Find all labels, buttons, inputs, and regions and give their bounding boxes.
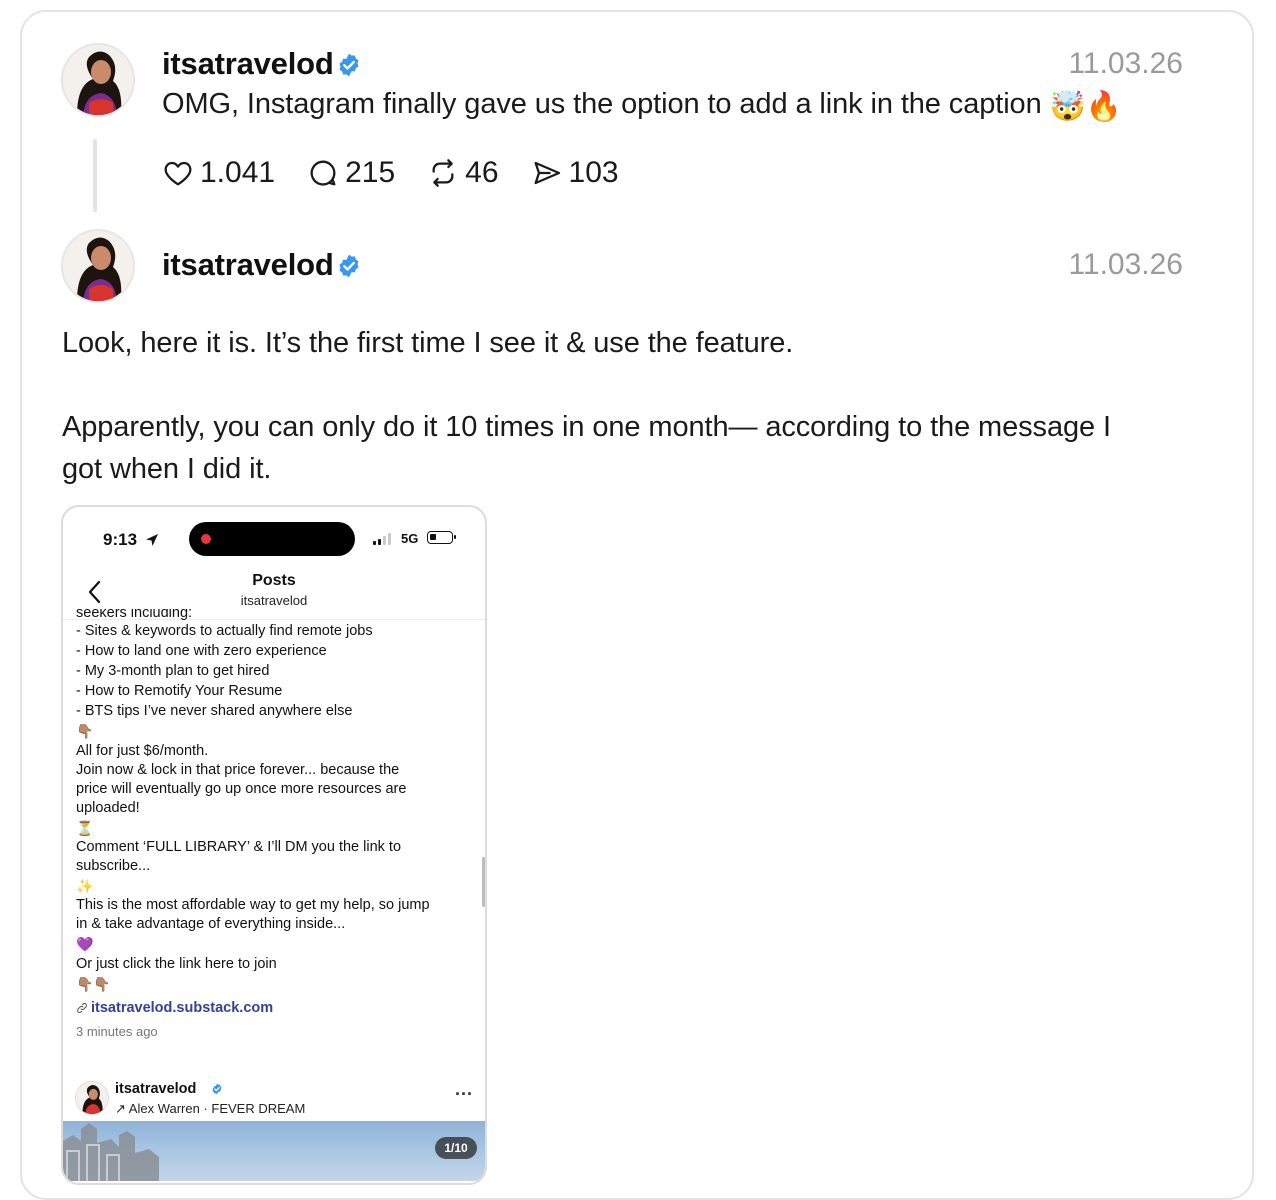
nav-title: Posts xyxy=(252,572,296,589)
share-count: 103 xyxy=(568,156,619,189)
verified-badge-icon xyxy=(339,53,359,77)
avatar-photo xyxy=(63,231,133,301)
scrollbar[interactable] xyxy=(482,857,485,907)
post1-caption-emoji: 🤯🔥 xyxy=(1049,91,1122,123)
avatar-photo xyxy=(76,1082,108,1114)
caption-link[interactable]: itsatravelod.substack.com xyxy=(76,998,478,1018)
thread-connector xyxy=(93,139,97,212)
more-options-button[interactable]: ... xyxy=(455,1079,473,1100)
post1-actions: 1.041 215 46 103 xyxy=(162,152,651,194)
caption-line: uploaded! xyxy=(76,800,140,816)
signal-icon xyxy=(373,533,391,545)
sparkles-emoji: ✨ xyxy=(76,878,94,894)
repost-count: 46 xyxy=(465,156,499,189)
caption-line: - Sites & keywords to actually find remo… xyxy=(76,623,373,639)
caption-line: - BTS tips I’ve never shared anywhere el… xyxy=(76,703,353,719)
hourglass-emoji: ⏳ xyxy=(76,820,94,836)
caption-line: Or just click the link here to join xyxy=(76,956,277,972)
reply-button[interactable]: 215 xyxy=(307,156,395,190)
pointing-down-emoji: 👇🏽👇🏽 xyxy=(76,976,111,992)
caption-line: - My 3-month plan to get hired xyxy=(76,663,270,679)
avatar[interactable] xyxy=(61,43,135,117)
caption-line: All for just $6/month. xyxy=(76,743,209,759)
caption-line: - How to land one with zero experience xyxy=(76,643,327,659)
verified-badge-icon xyxy=(339,254,359,278)
post2-username[interactable]: itsatravelod xyxy=(162,247,334,283)
post2-paragraph-1: Look, here it is. It’s the first time I … xyxy=(62,327,794,359)
post1-caption: OMG, Instagram finally gave us the optio… xyxy=(162,88,1122,124)
avatar[interactable] xyxy=(75,1081,109,1115)
next-post-photo[interactable]: 1/10 xyxy=(63,1121,485,1181)
like-button[interactable]: 1.041 xyxy=(162,156,275,190)
building-silhouette xyxy=(63,1123,159,1181)
caption-line: subscribe... xyxy=(76,858,151,874)
link-icon xyxy=(77,1003,87,1013)
status-time: 9:13 xyxy=(103,530,138,549)
caption-line: price will eventually go up once more re… xyxy=(76,781,407,797)
reply-count: 215 xyxy=(345,156,396,189)
avatar-photo xyxy=(63,45,133,115)
heart-icon xyxy=(164,161,192,186)
caption-line: seekers including: xyxy=(76,609,193,621)
send-icon xyxy=(534,161,560,185)
verified-badge-icon xyxy=(212,1083,222,1095)
caption-line: Join now & lock in that price forever...… xyxy=(76,762,400,778)
caption-line: - How to Remotify Your Resume xyxy=(76,683,283,699)
pointing-down-emoji: 👇🏽 xyxy=(76,723,94,739)
avatar[interactable] xyxy=(61,229,135,303)
like-count: 1.041 xyxy=(200,156,276,189)
purple-heart-emoji: 💜 xyxy=(76,936,94,952)
screenshot-caption: seekers including: - Sites & keywords to… xyxy=(76,609,478,1042)
dynamic-island xyxy=(189,522,355,556)
post1-date: 11.03.26 xyxy=(1068,47,1183,80)
attached-screenshot[interactable]: 9:13 5G Posts itsatravelod seekers inclu… xyxy=(61,505,487,1185)
post-time-ago: 3 minutes ago xyxy=(76,1024,158,1039)
post2-date: 11.03.26 xyxy=(1068,248,1183,281)
repost-icon xyxy=(432,159,454,187)
post2-paragraph-2-line-2: got when I did it. xyxy=(62,453,272,485)
caption-line: Comment ‘FULL LIBRARY’ & I’ll DM you the… xyxy=(76,839,402,855)
next-post-username[interactable]: itsatravelod xyxy=(115,1081,196,1097)
post2-paragraph-2-line-1: Apparently, you can only do it 10 times … xyxy=(62,411,1111,443)
repost-button[interactable]: 46 xyxy=(427,156,499,190)
battery-icon xyxy=(427,531,456,544)
post1-caption-text: OMG, Instagram finally gave us the optio… xyxy=(162,88,1042,120)
network-label: 5G xyxy=(401,531,419,546)
post1-username[interactable]: itsatravelod xyxy=(162,46,334,82)
photo-counter: 1/10 xyxy=(435,1137,477,1159)
caption-line: in & take advantage of everything inside… xyxy=(76,916,346,932)
comment-icon xyxy=(310,160,336,186)
status-bar: 9:13 5G xyxy=(63,507,485,567)
recording-dot-icon xyxy=(201,534,211,544)
location-arrow-icon xyxy=(146,534,158,546)
next-post-music[interactable]: ↗ Alex Warren · FEVER DREAM xyxy=(115,1101,305,1117)
share-button[interactable]: 103 xyxy=(531,156,619,190)
caption-line: This is the most affordable way to get m… xyxy=(76,897,430,913)
caption-link-text[interactable]: itsatravelod.substack.com xyxy=(91,998,273,1018)
nav-subtitle: itsatravelod xyxy=(240,593,308,608)
